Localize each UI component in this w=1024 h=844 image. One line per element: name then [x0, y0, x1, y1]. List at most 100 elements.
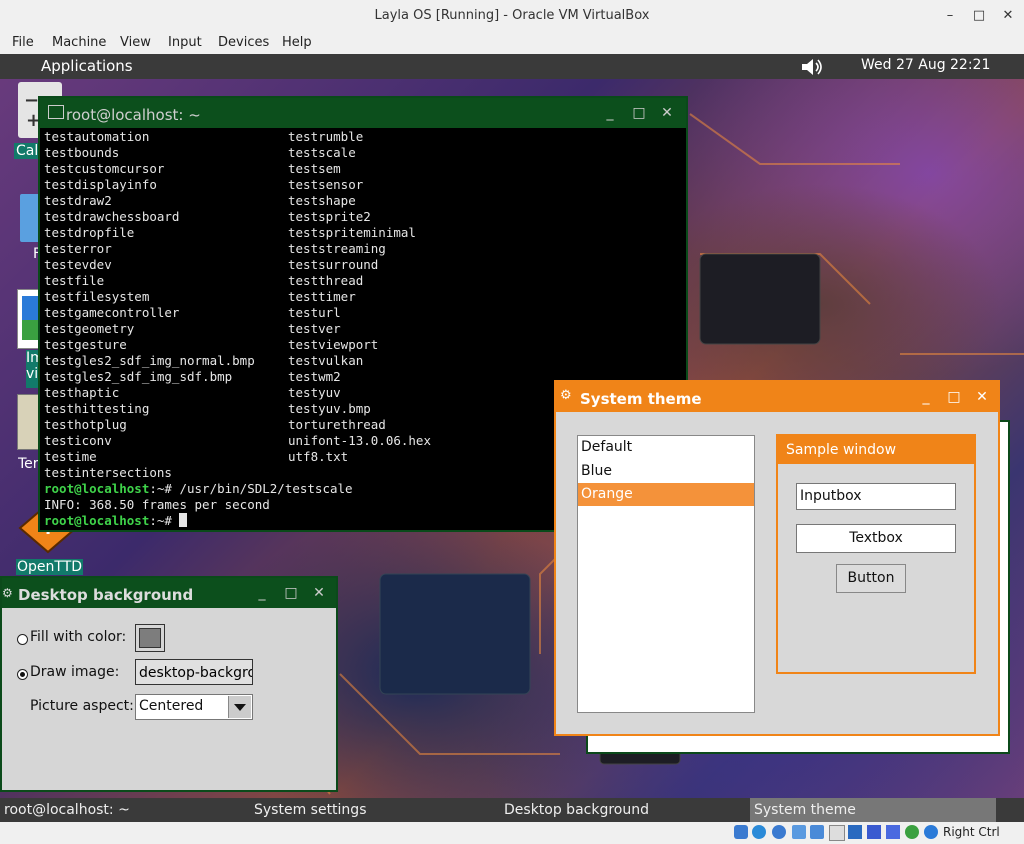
minimize-button[interactable]: – [940, 6, 960, 26]
terminal-line: testfilesystem testtimer [44, 289, 356, 305]
terminal-line: testhaptic testyuv [44, 385, 353, 401]
terminal-line: testgesture testviewport [44, 337, 378, 353]
menu-input[interactable]: Input [168, 35, 202, 50]
terminal-file-entry: testsensor [288, 177, 364, 192]
theme-item-orange[interactable]: Orange [578, 483, 754, 506]
picture-aspect-label: Picture aspect: [30, 698, 134, 714]
maximize-button[interactable]: □ [946, 389, 962, 405]
terminal-line: testintersections [44, 465, 353, 481]
network-icon[interactable] [792, 825, 806, 839]
menu-machine[interactable]: Machine [52, 35, 106, 50]
terminal-line: testgamecontroller testurl [44, 305, 353, 321]
picture-aspect-select[interactable]: Centered [135, 694, 253, 720]
terminal-cursor[interactable] [179, 513, 188, 527]
optical-drive-icon[interactable] [752, 825, 766, 839]
close-button[interactable]: ✕ [974, 389, 990, 405]
sample-window-title: Sample window [778, 436, 974, 464]
terminal-title: root@localhost: ~ [66, 106, 201, 124]
draw-image-radio[interactable] [17, 669, 28, 680]
terminal-file-entry: testsem [288, 161, 341, 176]
terminal-line: testevdev testsurround [44, 257, 378, 273]
mouse-integration-icon[interactable] [924, 825, 938, 839]
audio-icon[interactable] [772, 825, 786, 839]
minimize-button[interactable]: _ [254, 585, 270, 601]
close-button[interactable]: ✕ [659, 105, 675, 121]
terminal-file-entry: testhaptic [44, 385, 120, 400]
terminal-line: testfile testthread [44, 273, 363, 289]
terminal-file-entry: testdisplayinfo [44, 177, 157, 192]
taskbar-item-system-theme[interactable]: System theme [750, 798, 996, 822]
usb-icon[interactable] [810, 825, 824, 839]
color-swatch-button[interactable] [135, 624, 165, 652]
menu-help[interactable]: Help [282, 35, 312, 50]
terminal-line: testhotplug torturethread [44, 417, 386, 433]
terminal-file-entry: testwm2 [288, 369, 341, 384]
hard-disk-icon[interactable] [734, 825, 748, 839]
volume-icon[interactable] [800, 58, 824, 76]
vbox-menubar [0, 32, 1024, 54]
fill-color-radio[interactable] [17, 634, 28, 645]
terminal-file-entry: testscale [288, 145, 356, 160]
terminal-file-entry: testshape [288, 193, 356, 208]
sample-button[interactable]: Button [836, 564, 906, 593]
terminal-file-entry: testspriteminimal [288, 225, 416, 240]
terminal-command: /usr/bin/SDL2/testscale [179, 481, 353, 496]
terminal-file-entry: testsprite2 [288, 209, 371, 224]
taskbar-item-system-settings[interactable]: System settings [250, 798, 504, 822]
close-button[interactable]: ✕ [998, 6, 1018, 26]
gear-icon: ⚙ [2, 586, 13, 600]
menu-view[interactable]: View [120, 35, 151, 50]
terminal-output[interactable]: testautomation testrumble testbounds testsc… [44, 129, 431, 529]
clock[interactable]: Wed 27 Aug 22:21 [861, 57, 990, 73]
terminal-file-entry: testgles2_sdf_img_sdf.bmp [44, 369, 233, 384]
desktop-icon-label[interactable]: Ter [18, 456, 40, 472]
picture-aspect-value: Centered [139, 698, 204, 714]
terminal-line: testiconv unifont-13.0.06.hex [44, 433, 431, 449]
image-path-button[interactable]: desktop-backgrou [135, 659, 253, 685]
system-theme-window[interactable]: ⚙ System theme _ □ ✕ Default Blue Orange… [554, 380, 1000, 736]
recording-icon[interactable] [867, 825, 881, 839]
menu-file[interactable]: File [12, 35, 34, 50]
terminal-file-entry: teststreaming [288, 241, 386, 256]
maximize-button[interactable]: □ [283, 585, 299, 601]
terminal-line: testdisplayinfo testsensor [44, 177, 363, 193]
terminal-line: testime utf8.txt [44, 449, 353, 465]
maximize-button[interactable]: □ [969, 6, 989, 26]
terminal-file-entry: testyuv.bmp [288, 401, 371, 416]
guest-additions-icon[interactable] [905, 825, 919, 839]
fill-color-label: Fill with color: [30, 629, 127, 645]
theme-item-blue[interactable]: Blue [578, 460, 754, 483]
terminal-titlebar[interactable]: root@localhost: ~ _ □ ✕ [40, 98, 686, 128]
desktop-background-window[interactable]: ⚙ Desktop background _ □ ✕ Fill with col… [0, 576, 338, 792]
guest-desktop[interactable]: Applications Wed 27 Aug 22:21 − + Calc F… [0, 54, 1024, 822]
applications-menu[interactable]: Applications [41, 57, 133, 75]
taskbar-item-terminal[interactable]: root@localhost: ~ [0, 798, 254, 822]
theme-list[interactable]: Default Blue Orange [577, 435, 755, 713]
maximize-button[interactable]: □ [631, 105, 647, 121]
theme-item-default[interactable]: Default [578, 436, 754, 459]
terminal-file-entry: testiconv [44, 433, 112, 448]
terminal-file-entry: testurl [288, 305, 341, 320]
sample-inputbox[interactable]: Inputbox [796, 483, 956, 510]
shared-folders-icon[interactable] [829, 825, 845, 841]
chevron-down-icon[interactable] [228, 696, 251, 718]
terminal-file-entry: testtimer [288, 289, 356, 304]
minimize-button[interactable]: _ [918, 389, 934, 405]
terminal-file-entry: testcustomcursor [44, 161, 165, 176]
close-button[interactable]: ✕ [311, 585, 327, 601]
prompt-user: root@localhost [44, 513, 150, 528]
desktop-background-titlebar[interactable]: ⚙ Desktop background _ □ ✕ [2, 578, 336, 608]
system-theme-titlebar[interactable]: ⚙ System theme _ □ ✕ [556, 382, 998, 412]
terminal-file-entry: utf8.txt [288, 449, 349, 464]
minimize-button[interactable]: _ [602, 105, 618, 121]
taskbar-item-desktop-background[interactable]: Desktop background [500, 798, 754, 822]
menu-devices[interactable]: Devices [218, 35, 269, 50]
desktop-icon-label[interactable]: OpenTTD [16, 559, 84, 575]
terminal-file-entry: testgamecontroller [44, 305, 180, 320]
display-icon[interactable] [848, 825, 862, 839]
draw-image-label: Draw image: [30, 664, 120, 680]
terminal-file-entry: testevdev [44, 257, 112, 272]
terminal-line: testdrawchessboard testsprite2 [44, 209, 371, 225]
cpu-icon[interactable] [886, 825, 900, 839]
terminal-file-entry: testfilesystem [44, 289, 150, 304]
